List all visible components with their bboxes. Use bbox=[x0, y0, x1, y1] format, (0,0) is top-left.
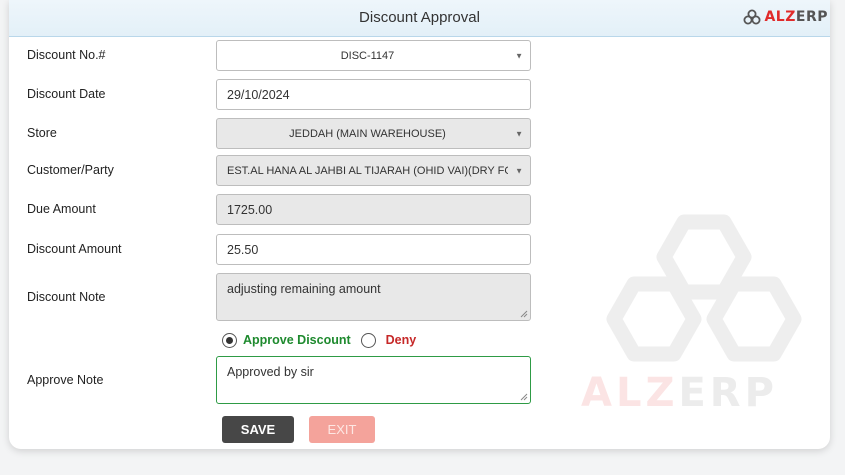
dropdown-arrow-icon: ▼ bbox=[515, 51, 523, 60]
store-value: JEDDAH (MAIN WAREHOUSE) bbox=[289, 127, 446, 140]
discount-date-value: 29/10/2024 bbox=[227, 87, 290, 102]
discount-note-textarea[interactable]: adjusting remaining amount bbox=[216, 273, 531, 321]
resize-grip-icon[interactable] bbox=[520, 310, 528, 318]
alzerp-watermark: ALZERP bbox=[581, 214, 802, 416]
discount-amount-label: Discount Amount bbox=[27, 242, 122, 256]
customer-select[interactable]: EST.AL HANA AL JAHBI AL TIJARAH (OHID VA… bbox=[216, 155, 531, 186]
due-amount-value: 1725.00 bbox=[227, 202, 273, 217]
dropdown-arrow-icon: ▼ bbox=[515, 129, 523, 138]
brand-logo: ALZERP bbox=[743, 8, 828, 26]
due-amount-field[interactable]: 1725.00 bbox=[216, 194, 531, 225]
discount-date-label: Discount Date bbox=[27, 87, 106, 101]
discount-amount-value: 25.50 bbox=[227, 242, 259, 257]
discount-note-value: adjusting remaining amount bbox=[227, 282, 381, 296]
discount-date-field[interactable]: 29/10/2024 bbox=[216, 79, 531, 110]
save-button[interactable]: SAVE bbox=[222, 416, 294, 443]
store-label: Store bbox=[27, 126, 57, 140]
approve-note-label: Approve Note bbox=[27, 373, 104, 387]
page-title: Discount Approval bbox=[359, 9, 480, 26]
dropdown-arrow-icon: ▼ bbox=[515, 166, 523, 175]
discount-no-label: Discount No.# bbox=[27, 48, 106, 62]
discount-amount-field[interactable]: 25.50 bbox=[216, 234, 531, 265]
approve-discount-label[interactable]: Approve Discount bbox=[243, 333, 351, 347]
deny-radio[interactable] bbox=[360, 332, 376, 348]
discount-approval-panel: Discount Approval ALZERP ALZERP Discount… bbox=[9, 0, 830, 449]
approval-decision-group: Approve Discount Deny bbox=[222, 331, 416, 349]
discount-no-value: DISC-1147 bbox=[340, 49, 395, 62]
customer-label: Customer/Party bbox=[27, 163, 114, 177]
approve-note-value: Approved by sir bbox=[227, 365, 314, 379]
panel-header: Discount Approval ALZERP bbox=[9, 0, 830, 37]
svg-text:ALZERP: ALZERP bbox=[581, 370, 778, 416]
resize-grip-icon[interactable] bbox=[520, 393, 528, 401]
discount-note-label: Discount Note bbox=[27, 290, 106, 304]
approve-note-textarea[interactable]: Approved by sir bbox=[216, 356, 531, 404]
approve-discount-radio[interactable] bbox=[222, 332, 237, 348]
customer-value: EST.AL HANA AL JAHBI AL TIJARAH (OHID VA… bbox=[227, 164, 508, 177]
logo-wordmark: ALZERP bbox=[764, 9, 828, 25]
store-select[interactable]: JEDDAH (MAIN WAREHOUSE) ▼ bbox=[216, 118, 531, 149]
three-ring-logo-icon bbox=[743, 9, 761, 25]
exit-button[interactable]: EXIT bbox=[309, 416, 375, 443]
discount-no-select[interactable]: DISC-1147 ▼ bbox=[216, 40, 531, 71]
due-amount-label: Due Amount bbox=[27, 202, 96, 216]
radio-selected-dot bbox=[226, 336, 233, 344]
deny-label[interactable]: Deny bbox=[386, 333, 417, 347]
